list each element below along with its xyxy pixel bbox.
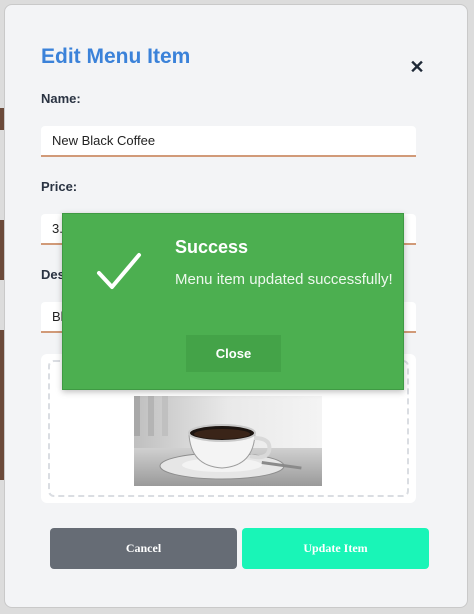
toast-title: Success (175, 237, 249, 257)
price-label: Price: (41, 179, 78, 194)
coffee-cup-photo (134, 396, 322, 486)
name-input[interactable] (41, 126, 416, 157)
success-toast: Success Menu item updated successfully! … (62, 213, 404, 390)
toast-message: Menu item updated successfully! (175, 271, 393, 288)
cancel-button[interactable]: Cancel (50, 528, 237, 569)
toast-close-button[interactable]: Close (186, 335, 281, 372)
close-icon[interactable]: ✕ (407, 57, 427, 77)
update-item-button[interactable]: Update Item (242, 528, 429, 569)
checkmark-icon (96, 252, 142, 292)
modal-title: Edit Menu Item (41, 45, 191, 68)
name-label: Name: (41, 91, 81, 106)
